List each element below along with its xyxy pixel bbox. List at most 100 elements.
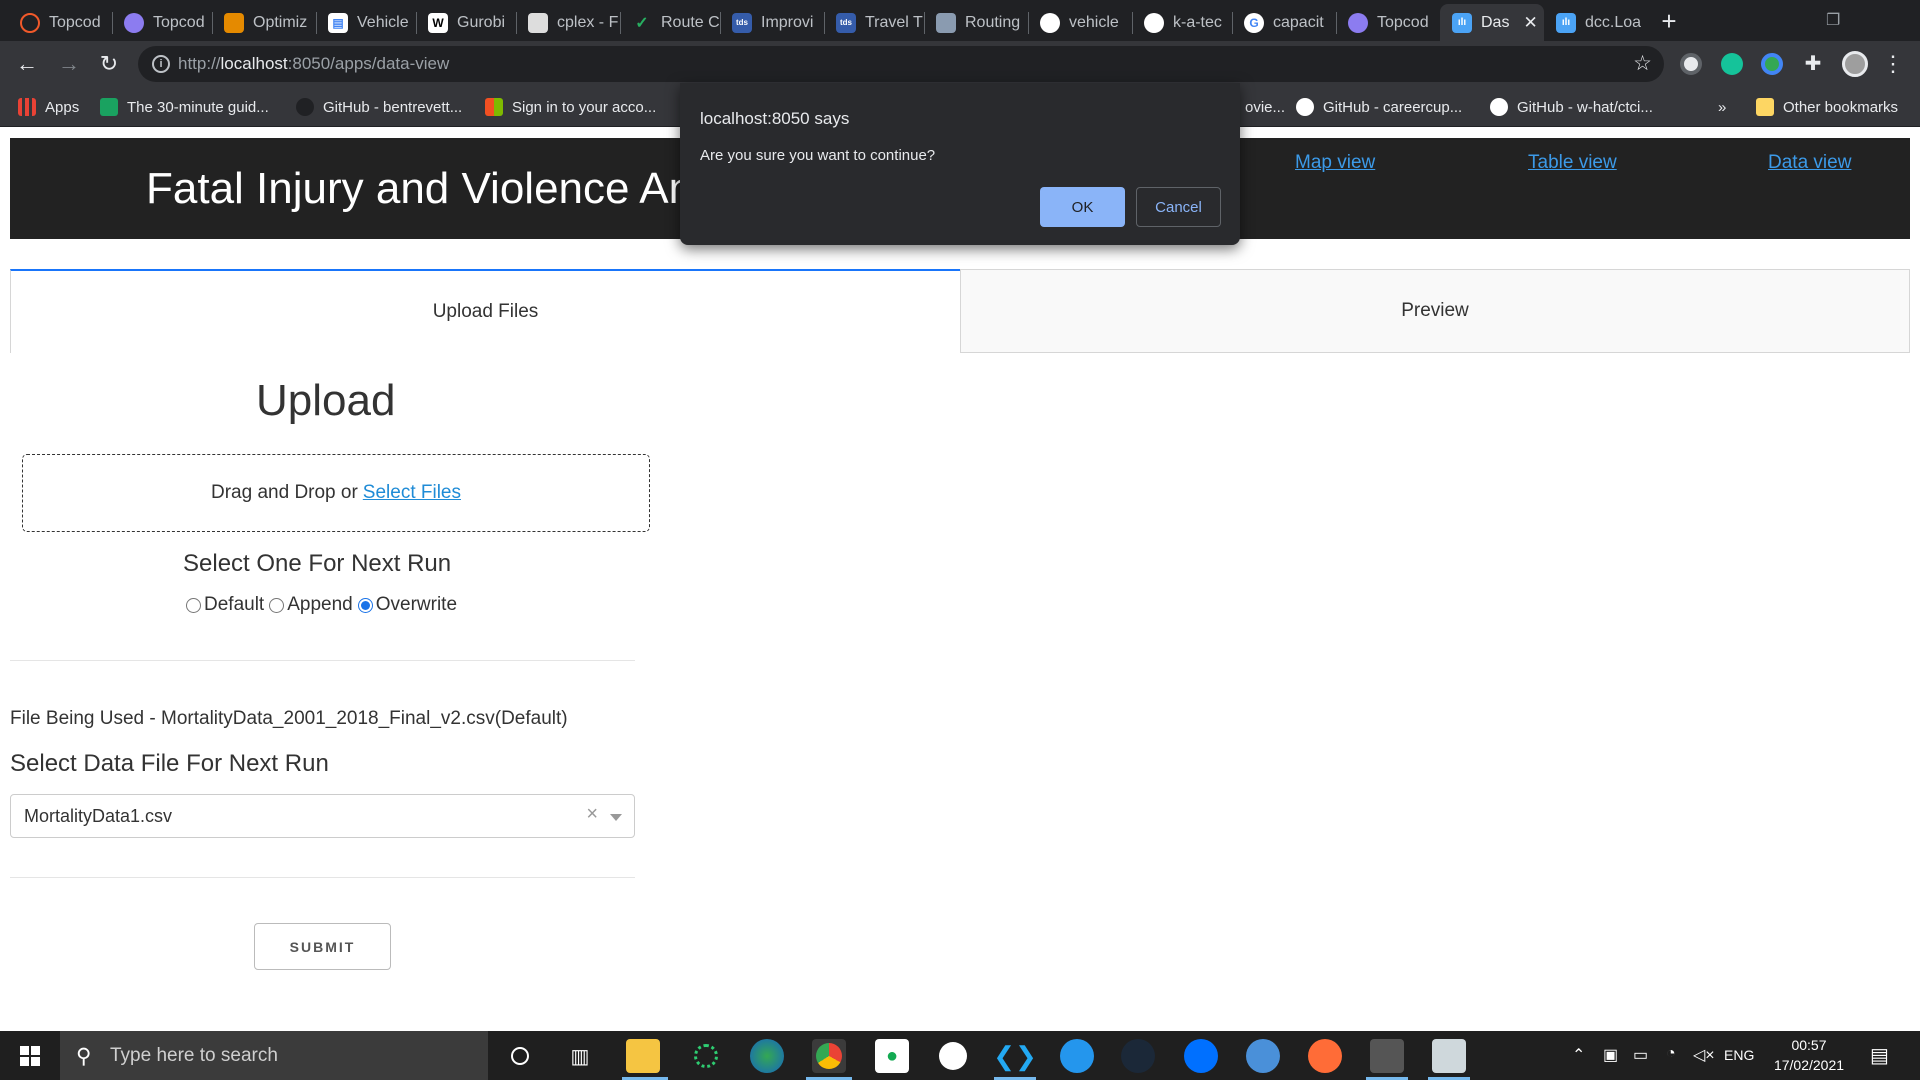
bookmark-item[interactable]: The 30-minute guid... [100, 95, 269, 119]
forward-arrow-icon[interactable]: → [56, 51, 82, 77]
dialog-ok-button[interactable]: OK [1040, 187, 1125, 227]
profile-avatar[interactable] [1842, 51, 1868, 77]
url-text[interactable]: http://localhost:8050/apps/data-view [178, 54, 449, 74]
clear-selection-icon[interactable]: × [586, 803, 598, 826]
close-tab-icon[interactable]: ✕ [1523, 13, 1537, 33]
browser-tab[interactable]: Routing [924, 4, 1028, 41]
bookmark-star-icon[interactable]: ☆ [1633, 51, 1652, 76]
terminal-icon[interactable] [1370, 1039, 1404, 1073]
page-content: Fatal Injury and Violence Ana Map view T… [0, 128, 1920, 1031]
mongodb-icon[interactable] [936, 1039, 970, 1073]
tray-device-icon[interactable]: ▣ [1603, 1045, 1618, 1065]
browser-tab[interactable]: vehicle [1028, 4, 1132, 41]
nav-link-data-view[interactable]: Data view [1768, 152, 1851, 174]
dash-icon: ılı [1556, 12, 1576, 33]
extensions-puzzle-icon[interactable]: ✚ [1802, 53, 1824, 75]
topcoder-icon [124, 12, 144, 33]
battery-icon[interactable]: ▭ [1633, 1045, 1648, 1065]
browser-tab[interactable]: W Gurobi [416, 4, 516, 41]
uplay-icon[interactable] [1184, 1039, 1218, 1073]
select-files-link[interactable]: Select Files [363, 482, 461, 504]
browser-tab[interactable]: Topcod [8, 4, 112, 41]
restore-window-icon[interactable]: ❐ [1826, 10, 1840, 30]
bookmark-item[interactable]: ovie... [1245, 95, 1285, 119]
browser-tab[interactable]: ılı dcc.Loa [1544, 4, 1644, 41]
globe-app-icon[interactable] [750, 1039, 784, 1073]
app-blue-icon[interactable] [1246, 1039, 1280, 1073]
reload-icon[interactable]: ↻ [96, 51, 122, 77]
app-window-icon[interactable] [1432, 1039, 1466, 1073]
new-tab-button[interactable]: + [1654, 6, 1684, 36]
radio-button[interactable] [186, 597, 201, 613]
notifications-icon[interactable]: ▤ [1870, 1043, 1889, 1068]
browser-tab-active[interactable]: ılı Das ✕ [1440, 4, 1544, 41]
bookmark-item[interactable]: Sign in to your acco... [485, 95, 656, 119]
task-view-icon[interactable]: ▥ [563, 1039, 597, 1073]
nav-link-table-view[interactable]: Table view [1528, 152, 1617, 174]
browser-tab[interactable]: tds Improvi [720, 4, 824, 41]
tab-upload-files[interactable]: Upload Files [10, 269, 960, 353]
bookmarks-overflow-button[interactable]: » [1718, 95, 1726, 119]
bookmark-item[interactable]: GitHub - w-hat/ctci... [1490, 95, 1653, 119]
chrome-icon[interactable] [812, 1039, 846, 1073]
radio-option-append[interactable]: Append [269, 594, 353, 616]
bookmark-item[interactable]: GitHub - careercup... [1296, 95, 1462, 119]
taskbar-search-box[interactable]: ⚲ Type here to search [60, 1031, 488, 1080]
mongodb-compass-icon[interactable]: ● [875, 1039, 909, 1073]
browser-tab[interactable]: G capacit [1232, 4, 1336, 41]
browser-tab[interactable]: k-a-tec [1132, 4, 1232, 41]
nav-link-map-view[interactable]: Map view [1295, 152, 1375, 174]
vscode-icon[interactable]: ❮❯ [993, 1039, 1037, 1073]
volume-muted-icon[interactable]: ◁× [1693, 1045, 1715, 1065]
site-info-icon[interactable]: i [152, 55, 170, 73]
cortana-icon[interactable] [503, 1039, 537, 1073]
wifi-icon[interactable]: ◔ [1666, 1045, 1676, 1063]
browser-tab[interactable]: ▤ Vehicle [316, 4, 416, 41]
url-prefix: http:// [178, 54, 221, 73]
clock-date: 17/02/2021 [1773, 1057, 1845, 1073]
docker-icon[interactable] [1060, 1039, 1094, 1073]
app-ring-icon[interactable] [689, 1039, 723, 1073]
topcoder-icon [20, 12, 40, 33]
browser-tab[interactable]: Topcod [112, 4, 212, 41]
windows-start-button[interactable] [0, 1031, 60, 1080]
radio-option-overwrite[interactable]: Overwrite [357, 594, 457, 616]
taskbar-clock[interactable]: 00:57 17/02/2021 [1764, 1035, 1854, 1075]
data-file-dropdown[interactable]: MortalityData1.csv × [10, 794, 635, 838]
divider [10, 660, 635, 661]
browser-tab[interactable]: tds Travel T [824, 4, 924, 41]
app-title: Fatal Injury and Violence Ana [146, 164, 718, 213]
postman-icon[interactable] [1308, 1039, 1342, 1073]
github-icon [1296, 98, 1314, 116]
browser-tab[interactable]: cplex - F [516, 4, 620, 41]
bookmark-apps[interactable]: Apps [18, 95, 79, 119]
dropdown-arrow-icon[interactable] [610, 814, 622, 821]
divider [10, 877, 635, 878]
radio-button-selected[interactable] [357, 597, 373, 613]
radio-button[interactable] [269, 597, 285, 613]
radio-option-default[interactable]: Default [186, 594, 264, 616]
grammarly-icon[interactable] [1721, 53, 1743, 75]
file-explorer-icon[interactable] [626, 1039, 660, 1073]
tray-overflow-icon[interactable]: ⌃ [1572, 1045, 1585, 1065]
book-icon [224, 12, 244, 33]
language-indicator[interactable]: ENG [1724, 1047, 1754, 1063]
back-arrow-icon[interactable]: ← [14, 51, 40, 77]
extension-blocker-icon[interactable] [1680, 53, 1702, 75]
steam-icon[interactable] [1121, 1039, 1155, 1073]
tab-preview[interactable]: Preview [960, 269, 1910, 353]
menu-kebab-icon[interactable]: ⋮ [1880, 51, 1906, 77]
bookmark-item[interactable]: GitHub - bentrevett... [296, 95, 462, 119]
browser-tab[interactable]: Topcod [1336, 4, 1440, 41]
other-bookmarks[interactable]: Other bookmarks [1756, 95, 1898, 119]
address-bar[interactable]: i http://localhost:8050/apps/data-view ☆ [138, 46, 1664, 82]
browser-tab[interactable]: ✓ Route C [620, 4, 720, 41]
dialog-cancel-button[interactable]: Cancel [1136, 187, 1221, 227]
file-dropzone[interactable]: Drag and Drop or Select Files [22, 454, 650, 532]
tab-label: Optimiz [253, 13, 308, 31]
submit-button[interactable]: SUBMIT [254, 923, 391, 970]
extension-colorful-icon[interactable] [1761, 53, 1783, 75]
tab-label: vehicle [1069, 13, 1119, 31]
radio-label: Default [204, 594, 265, 615]
browser-tab[interactable]: Optimiz [212, 4, 316, 41]
